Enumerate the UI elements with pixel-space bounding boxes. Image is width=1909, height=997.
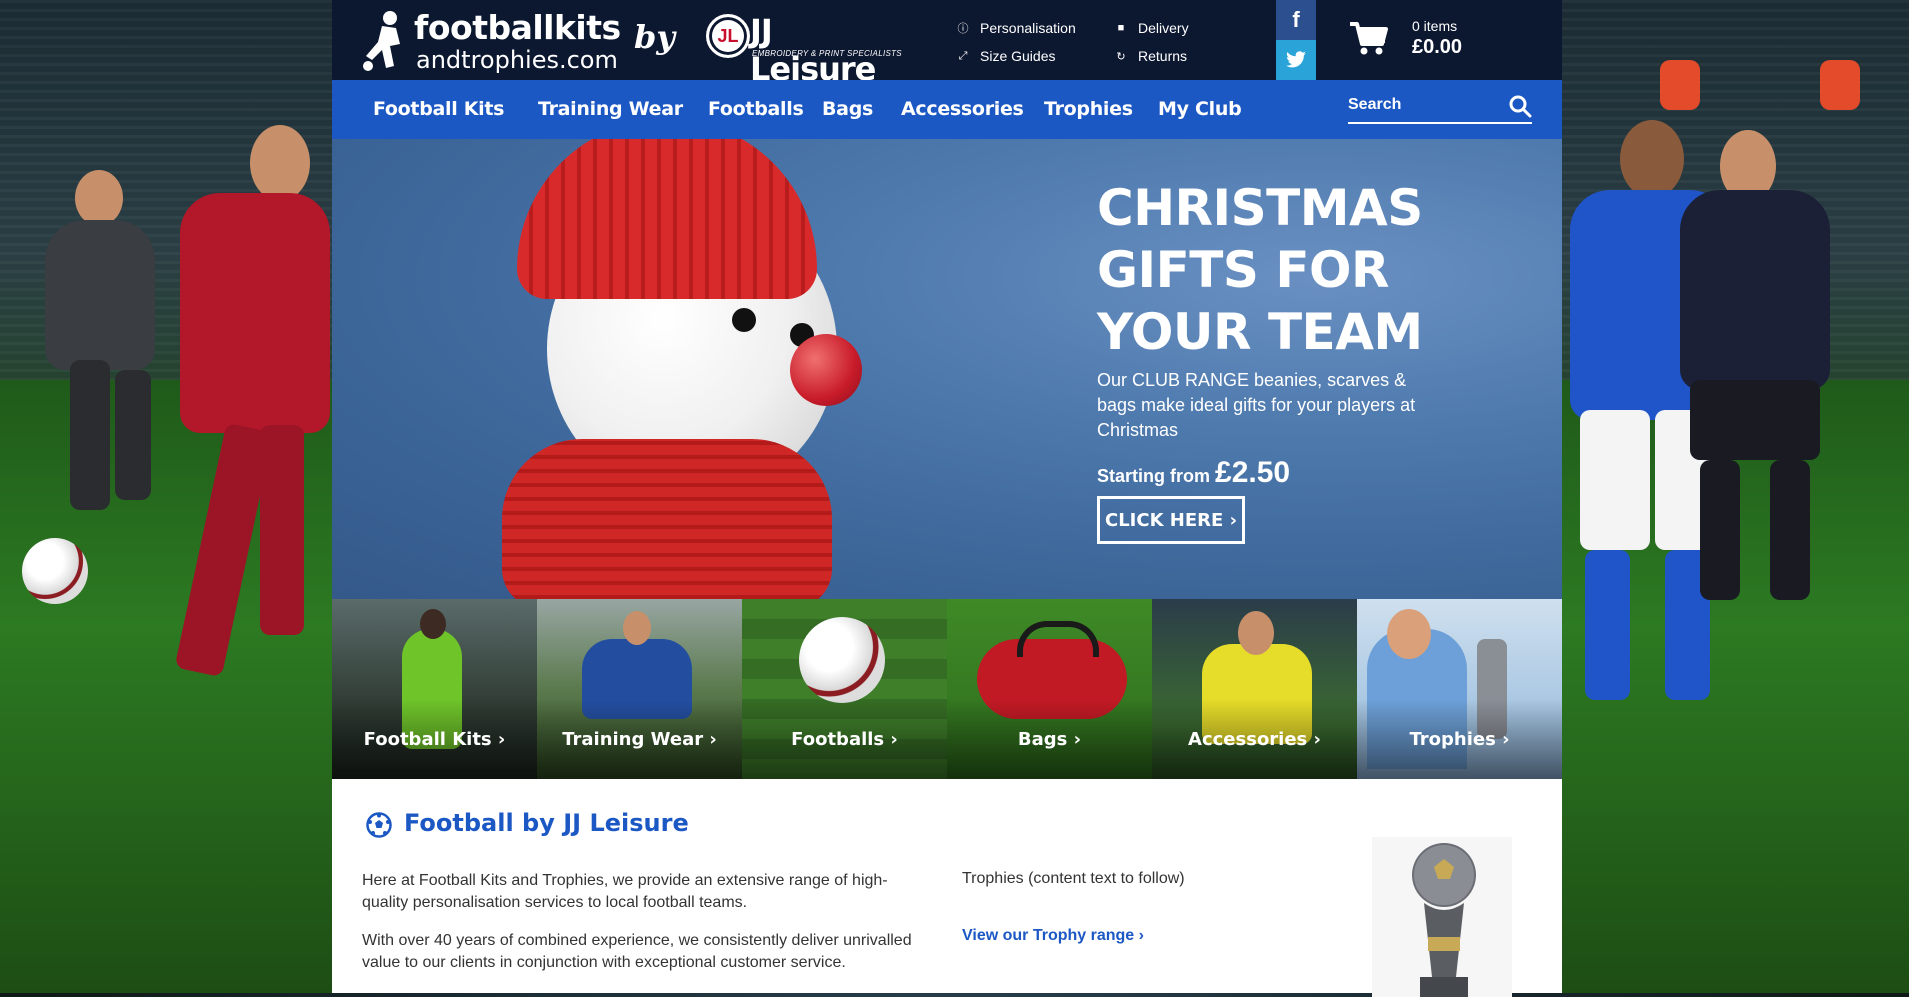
hero-text: Our CLUB RANGE beanies, scarves & bags m… [1097, 370, 1416, 440]
utility-links-left: ⓘ Personalisation ⤢ Size Guides [956, 14, 1076, 70]
hero-banner: CHRISTMAS GIFTS FOR YOUR TEAM Our CLUB R… [332, 139, 1562, 599]
top-bar: footballkits andtrophies.com by JL JJ Le… [332, 0, 1562, 88]
cart[interactable]: 0 items £0.00 [1342, 14, 1542, 64]
snowman-hat [517, 139, 817, 299]
click-here-button[interactable]: CLICK HERE › [1097, 496, 1245, 544]
main-nav: Football Kits Training Wear Footballs Ba… [332, 80, 1562, 139]
tile-footballs[interactable]: Footballs › [742, 599, 947, 779]
category-tiles: Football Kits › Training Wear › Football… [332, 599, 1562, 779]
football-icon [366, 812, 392, 838]
size-guides-link[interactable]: ⤢ Size Guides [956, 42, 1076, 70]
search-icon[interactable] [1508, 94, 1532, 118]
tile-football-kits[interactable]: Football Kits › [332, 599, 537, 779]
delivery-link[interactable]: ■ Delivery [1114, 14, 1189, 42]
nav-accessories[interactable]: Accessories [901, 98, 1024, 120]
experience-paragraph: With over 40 years of combined experienc… [362, 932, 912, 971]
logo-line-1: footballkits [414, 8, 621, 47]
personalisation-link[interactable]: ⓘ Personalisation [956, 14, 1076, 42]
tile-training-wear[interactable]: Training Wear › [537, 599, 742, 779]
nav-trophies[interactable]: Trophies [1044, 98, 1133, 120]
logo-by: by [634, 18, 675, 56]
cart-icon [1350, 22, 1388, 55]
jj-tagline: EMBROIDERY & PRINT SPECIALISTS [752, 49, 902, 58]
trophy-image [1372, 837, 1512, 997]
left-player-red [140, 125, 340, 705]
snowman-eye [732, 308, 756, 332]
content-section: Football by JJ Leisure Here at Football … [332, 779, 1562, 997]
nav-training-wear[interactable]: Training Wear [538, 98, 683, 120]
nav-footballs[interactable]: Footballs [708, 98, 804, 120]
tile-accessories[interactable]: Accessories › [1152, 599, 1357, 779]
section-heading: Football by JJ Leisure [404, 809, 689, 837]
cart-item-count: 0 items [1412, 18, 1458, 34]
resize-icon: ⤢ [958, 49, 968, 62]
right-player-keeper [1660, 60, 1860, 600]
trophy-range-link[interactable]: View our Trophy range › [962, 927, 1144, 945]
site-container: footballkits andtrophies.com by JL JJ Le… [332, 0, 1562, 997]
trophies-text: Trophies (content text to follow) [962, 870, 1185, 887]
footballkits-logo[interactable]: footballkits andtrophies.com [360, 6, 630, 74]
snowman-nose [790, 334, 862, 406]
hero-title: CHRISTMAS GIFTS FOR YOUR TEAM [1097, 179, 1423, 361]
tile-bags[interactable]: Bags › [947, 599, 1152, 779]
hero-price-amount: £2.50 [1215, 456, 1291, 489]
intro-paragraph: Here at Football Kits and Trophies, we p… [362, 872, 888, 911]
jj-badge: JL [706, 14, 750, 58]
returns-link[interactable]: ↻ Returns [1114, 42, 1189, 70]
nav-my-club[interactable]: My Club [1158, 98, 1242, 120]
refresh-icon: ↻ [1116, 50, 1126, 63]
search-input[interactable]: Search [1348, 94, 1532, 124]
twitter-icon[interactable] [1276, 40, 1316, 80]
hero-price: Starting from £2.50 [1097, 456, 1291, 489]
social-links: f [1276, 0, 1316, 80]
truck-icon: ■ [1117, 22, 1125, 34]
tile-trophies[interactable]: Trophies › [1357, 599, 1562, 779]
info-icon: ⓘ [957, 23, 969, 35]
utility-links-right: ■ Delivery ↻ Returns [1114, 14, 1189, 70]
jj-leisure-logo[interactable]: JL JJ Leisure EMBROIDERY & PRINT SPECIAL… [706, 12, 906, 88]
logo-line-2: andtrophies.com [416, 46, 618, 74]
left-football [22, 538, 88, 604]
search-placeholder: Search [1348, 96, 1402, 113]
nav-football-kits[interactable]: Football Kits [373, 98, 505, 120]
facebook-icon[interactable]: f [1276, 0, 1316, 40]
nav-bags[interactable]: Bags [822, 98, 873, 120]
footballer-silhouette-icon [363, 11, 400, 71]
snowman-scarf [502, 439, 832, 599]
cart-total: £0.00 [1412, 36, 1463, 58]
